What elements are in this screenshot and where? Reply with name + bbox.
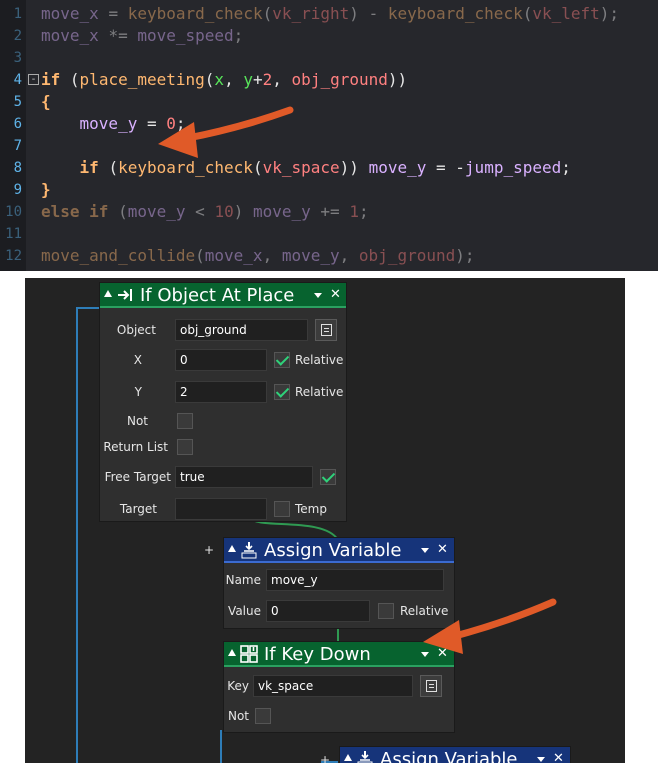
temp-checkbox[interactable] xyxy=(274,501,290,517)
line-number: 10 xyxy=(5,204,22,220)
code-line[interactable]: 11 xyxy=(0,223,658,245)
code-line[interactable]: 5{ xyxy=(0,91,658,113)
y-label: Y xyxy=(134,385,142,399)
key-label: Key xyxy=(227,679,249,693)
y-field[interactable]: 2 xyxy=(175,381,267,403)
block-title: If Object At Place xyxy=(140,285,295,306)
name-label: Name xyxy=(225,573,261,587)
document-icon xyxy=(426,680,437,692)
code-line[interactable]: 7 xyxy=(0,135,658,157)
block-header[interactable]: Assign Variable ✕ xyxy=(340,747,570,763)
block-header[interactable]: If Object At Place ✕ xyxy=(100,283,346,308)
free-target-checkbox[interactable] xyxy=(320,469,336,485)
line-number: 2 xyxy=(13,28,22,44)
block-title: Assign Variable xyxy=(380,749,518,763)
x-field[interactable]: 0 xyxy=(175,349,267,371)
line-number: 4 xyxy=(13,72,22,88)
var-download-icon xyxy=(357,751,373,763)
code-text: else if (move_y < 10) move_y += 1; xyxy=(41,202,369,221)
if-object-at-place-block[interactable]: If Object At Place ✕ Object obj_ground X… xyxy=(99,282,347,522)
code-line[interactable]: 6 move_y = 0; xyxy=(0,113,658,135)
document-icon xyxy=(321,324,332,336)
line-number: 7 xyxy=(13,138,22,154)
assign-variable-block-2[interactable]: Assign Variable ✕ xyxy=(339,746,571,763)
code-line[interactable]: 8 if (keyboard_check(vk_space)) move_y =… xyxy=(0,157,658,179)
fold-toggle-icon[interactable]: - xyxy=(28,74,39,85)
temp-label: Temp xyxy=(295,502,327,516)
key-field[interactable]: vk_space xyxy=(253,675,413,697)
x-relative-checkbox[interactable] xyxy=(274,352,290,368)
y-relative-checkbox[interactable] xyxy=(274,384,290,400)
expand-button[interactable]: + xyxy=(319,754,331,763)
chevron-down-icon[interactable] xyxy=(314,293,322,298)
key-picker-button[interactable] xyxy=(420,675,442,697)
x-relative-label: Relative xyxy=(295,353,344,367)
code-text: move_x *= move_speed; xyxy=(41,26,244,45)
not-label: Not xyxy=(227,709,249,723)
block-title: Assign Variable xyxy=(264,540,402,561)
code-text: if (keyboard_check(vk_space)) move_y = -… xyxy=(79,158,571,177)
close-icon[interactable]: ✕ xyxy=(553,747,564,763)
free-target-label: Free Target xyxy=(104,470,171,484)
code-text: } xyxy=(41,180,51,199)
return-list-label: Return List xyxy=(103,440,168,454)
object-picker-button[interactable] xyxy=(315,319,337,341)
x-label: X xyxy=(133,353,142,367)
code-line[interactable]: 9} xyxy=(0,179,658,201)
target-label: Target xyxy=(119,502,157,516)
relative-checkbox[interactable] xyxy=(378,603,394,619)
line-number: 8 xyxy=(13,160,22,176)
grid-key-icon xyxy=(240,645,258,663)
line-number: 5 xyxy=(13,94,22,110)
line-number: 3 xyxy=(13,50,22,66)
code-text: move_and_collide(move_x, move_y, obj_gro… xyxy=(41,246,475,265)
block-title: If Key Down xyxy=(264,644,371,665)
expand-button[interactable]: + xyxy=(203,544,215,556)
close-icon[interactable]: ✕ xyxy=(330,283,341,307)
chevron-down-icon[interactable] xyxy=(421,548,429,553)
not-checkbox[interactable] xyxy=(255,708,271,724)
return-list-checkbox[interactable] xyxy=(177,439,193,455)
close-icon[interactable]: ✕ xyxy=(437,538,448,562)
value-field[interactable]: 0 xyxy=(266,600,370,622)
code-line[interactable]: 4- if (place_meeting(x, y+2, obj_ground)) xyxy=(0,69,658,91)
annotation-arrow-icon xyxy=(423,598,557,654)
code-line[interactable]: 12 move_and_collide(move_x, move_y, obj_g… xyxy=(0,245,658,267)
code-line[interactable]: 3 xyxy=(0,47,658,69)
code-text: if (place_meeting(x, y+2, obj_ground)) xyxy=(41,70,408,89)
not-label: Not xyxy=(126,414,148,428)
code-text: move_x = keyboard_check(vk_right) - keyb… xyxy=(41,4,620,23)
block-header[interactable]: Assign Variable ✕ xyxy=(224,538,454,563)
annotation-arrow-icon xyxy=(158,106,294,158)
var-download-icon xyxy=(241,542,257,559)
collapse-icon[interactable] xyxy=(228,649,236,656)
collapse-icon[interactable] xyxy=(344,754,352,761)
code-line[interactable]: 10 else if (move_y < 10) move_y += 1; xyxy=(0,201,658,223)
target-field[interactable] xyxy=(175,498,267,520)
value-label: Value xyxy=(228,604,261,618)
object-label: Object xyxy=(116,323,156,337)
object-field[interactable]: obj_ground xyxy=(175,319,308,341)
free-target-field[interactable]: true xyxy=(175,466,313,488)
collapse-icon[interactable] xyxy=(104,290,112,297)
line-number: 11 xyxy=(5,226,22,242)
line-number: 12 xyxy=(5,248,22,264)
name-field[interactable]: move_y xyxy=(266,569,444,591)
chevron-down-icon[interactable] xyxy=(537,757,545,762)
code-editor[interactable]: 1 move_x = keyboard_check(vk_right) - key… xyxy=(0,0,658,271)
y-relative-label: Relative xyxy=(295,385,344,399)
collapse-icon[interactable] xyxy=(228,545,236,552)
arrow-to-bar-icon xyxy=(118,289,132,301)
visual-editor-canvas[interactable]: If Object At Place ✕ Object obj_ground X… xyxy=(25,278,625,763)
code-line[interactable]: 2 move_x *= move_speed; xyxy=(0,25,658,47)
not-checkbox[interactable] xyxy=(177,413,193,429)
code-text: { xyxy=(41,92,51,111)
line-number: 6 xyxy=(13,116,22,132)
line-number: 1 xyxy=(13,6,22,22)
line-number: 9 xyxy=(13,182,22,198)
code-line[interactable]: 1 move_x = keyboard_check(vk_right) - key… xyxy=(0,3,658,25)
